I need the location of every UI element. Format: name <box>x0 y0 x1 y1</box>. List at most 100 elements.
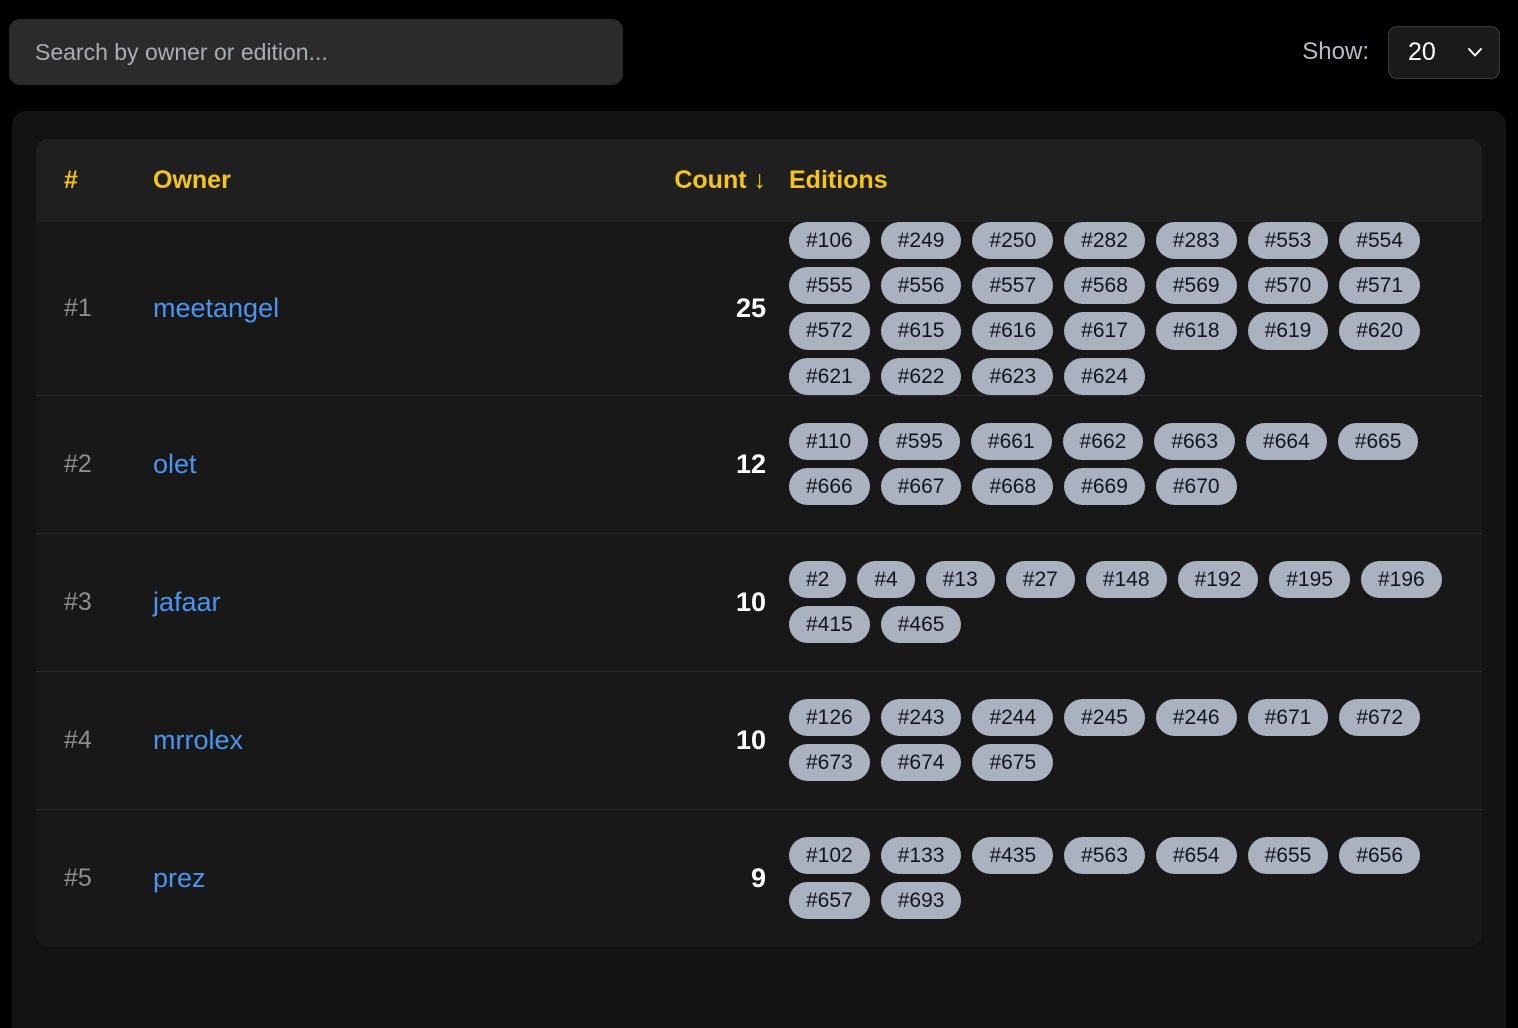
page-size-value: 20 <box>1408 37 1436 66</box>
row-count: 9 <box>750 862 766 893</box>
edition-badge[interactable]: #556 <box>880 267 962 305</box>
row-count: 25 <box>735 292 766 323</box>
row-count: 12 <box>735 448 766 479</box>
edition-badge[interactable]: #249 <box>880 222 962 260</box>
edition-badge[interactable]: #673 <box>789 744 870 782</box>
edition-badge[interactable]: #570 <box>1247 267 1329 305</box>
edition-badge[interactable]: #250 <box>972 222 1054 260</box>
table-row: #1 meetangel 25 #106 #249 #250 #282 #283 #553 #55… <box>36 222 1482 395</box>
table-header-row: # Owner Count ↓ Editions <box>36 139 1482 222</box>
column-header-owner[interactable]: Owner <box>153 166 621 195</box>
row-rank: #3 <box>64 587 92 616</box>
edition-badge[interactable]: #661 <box>970 423 1052 461</box>
owner-link[interactable]: meetangel <box>153 293 621 324</box>
edition-badge[interactable]: #555 <box>789 267 870 305</box>
edition-badge[interactable]: #669 <box>1064 468 1145 506</box>
edition-badge[interactable]: #670 <box>1155 468 1237 506</box>
edition-badge[interactable]: #616 <box>972 312 1054 350</box>
edition-badge[interactable]: #657 <box>789 882 870 920</box>
owner-link[interactable]: jafaar <box>153 587 621 618</box>
owner-link[interactable]: olet <box>153 449 621 480</box>
edition-badge[interactable]: #557 <box>972 267 1054 305</box>
chevron-down-icon <box>1465 42 1485 62</box>
edition-badge[interactable]: #671 <box>1247 699 1329 737</box>
page-size-control: Show: 20 <box>1302 25 1500 79</box>
edition-badge[interactable]: #571 <box>1339 267 1421 305</box>
edition-badge[interactable]: #110 <box>789 423 869 461</box>
edition-badge[interactable]: #27 <box>1005 561 1075 599</box>
page-size-select[interactable]: 20 <box>1388 25 1500 79</box>
edition-badge[interactable]: #662 <box>1062 423 1144 461</box>
edition-badge[interactable]: #243 <box>880 699 962 737</box>
edition-badge[interactable]: #569 <box>1155 267 1237 305</box>
column-header-editions[interactable]: Editions <box>766 166 1482 195</box>
edition-badge[interactable]: #126 <box>789 699 870 737</box>
row-rank: #1 <box>64 293 92 322</box>
edition-badge[interactable]: #13 <box>925 561 995 599</box>
leaderboard-card: # Owner Count ↓ Editions #1 meetangel 25 #1… <box>12 111 1506 1028</box>
edition-badge[interactable]: #563 <box>1064 837 1145 875</box>
edition-badge[interactable]: #246 <box>1155 699 1237 737</box>
edition-badge[interactable]: #693 <box>880 882 962 920</box>
column-header-rank[interactable]: # <box>36 166 153 195</box>
edition-badge-list: #2 #4 #13 #27 #148 #192 #195 #196 #415 #465 <box>766 561 1482 644</box>
edition-badge-list: #110 #595 #661 #662 #663 #664 #665 #666 #667 #668… <box>766 423 1482 506</box>
edition-badge[interactable]: #196 <box>1360 561 1442 599</box>
edition-badge[interactable]: #572 <box>789 312 870 350</box>
table-row: #3 jafaar 10 #2 #4 #13 #27 #148 #192 #195 #196 #415… <box>36 532 1482 671</box>
edition-badge[interactable]: #674 <box>880 744 962 782</box>
edition-badge[interactable]: #623 <box>972 357 1054 395</box>
edition-badge[interactable]: #465 <box>880 606 962 644</box>
edition-badge[interactable]: #668 <box>972 468 1054 506</box>
edition-badge[interactable]: #106 <box>789 222 870 260</box>
edition-badge[interactable]: #283 <box>1155 222 1237 260</box>
edition-badge[interactable]: #435 <box>972 837 1054 875</box>
edition-badge[interactable]: #666 <box>789 468 870 506</box>
table-row: #4 mrrolex 10 #126 #243 #244 #245 #246 #671 #672 #… <box>36 670 1482 809</box>
edition-badge-list: #126 #243 #244 #245 #246 #671 #672 #673 #674 #675 <box>766 699 1482 782</box>
edition-badge-list: #106 #249 #250 #282 #283 #553 #554 #555 #556 #557… <box>766 222 1482 395</box>
leaderboard-page: Show: 20 # Owner Count ↓ Editions #1 meet… <box>0 0 1518 1028</box>
edition-badge[interactable]: #195 <box>1269 561 1350 599</box>
owner-link[interactable]: mrrolex <box>153 725 621 756</box>
row-rank: #2 <box>64 449 92 478</box>
edition-badge[interactable]: #619 <box>1247 312 1329 350</box>
edition-badge[interactable]: #148 <box>1085 561 1167 599</box>
edition-badge[interactable]: #620 <box>1339 312 1421 350</box>
edition-badge[interactable]: #282 <box>1064 222 1145 260</box>
edition-badge[interactable]: #617 <box>1064 312 1145 350</box>
edition-badge[interactable]: #595 <box>879 423 960 461</box>
edition-badge[interactable]: #675 <box>972 744 1054 782</box>
edition-badge[interactable]: #2 <box>789 561 847 599</box>
edition-badge[interactable]: #615 <box>880 312 962 350</box>
edition-badge[interactable]: #663 <box>1154 423 1236 461</box>
column-header-count[interactable]: Count ↓ <box>621 166 766 195</box>
edition-badge[interactable]: #665 <box>1337 423 1419 461</box>
edition-badge[interactable]: #415 <box>789 606 870 644</box>
edition-badge[interactable]: #192 <box>1177 561 1259 599</box>
edition-badge[interactable]: #655 <box>1247 837 1329 875</box>
edition-badge[interactable]: #553 <box>1247 222 1329 260</box>
edition-badge[interactable]: #618 <box>1155 312 1237 350</box>
owner-link[interactable]: prez <box>153 863 621 894</box>
edition-badge[interactable]: #667 <box>880 468 962 506</box>
edition-badge[interactable]: #133 <box>880 837 962 875</box>
edition-badge[interactable]: #656 <box>1339 837 1421 875</box>
edition-badge[interactable]: #622 <box>880 357 962 395</box>
table-body: #1 meetangel 25 #106 #249 #250 #282 #283 #553 #55… <box>36 222 1482 947</box>
owners-table: # Owner Count ↓ Editions #1 meetangel 25 #1… <box>36 139 1482 947</box>
edition-badge[interactable]: #621 <box>789 357 870 395</box>
edition-badge[interactable]: #244 <box>972 699 1054 737</box>
edition-badge[interactable]: #664 <box>1246 423 1327 461</box>
edition-badge[interactable]: #672 <box>1339 699 1421 737</box>
edition-badge[interactable]: #4 <box>857 561 915 599</box>
edition-badge[interactable]: #102 <box>789 837 870 875</box>
edition-badge[interactable]: #624 <box>1064 357 1145 395</box>
search-input[interactable] <box>9 19 623 85</box>
toolbar: Show: 20 <box>0 0 1518 104</box>
edition-badge[interactable]: #245 <box>1064 699 1145 737</box>
row-rank: #4 <box>64 725 92 754</box>
edition-badge[interactable]: #554 <box>1339 222 1421 260</box>
edition-badge[interactable]: #568 <box>1064 267 1145 305</box>
edition-badge[interactable]: #654 <box>1155 837 1237 875</box>
